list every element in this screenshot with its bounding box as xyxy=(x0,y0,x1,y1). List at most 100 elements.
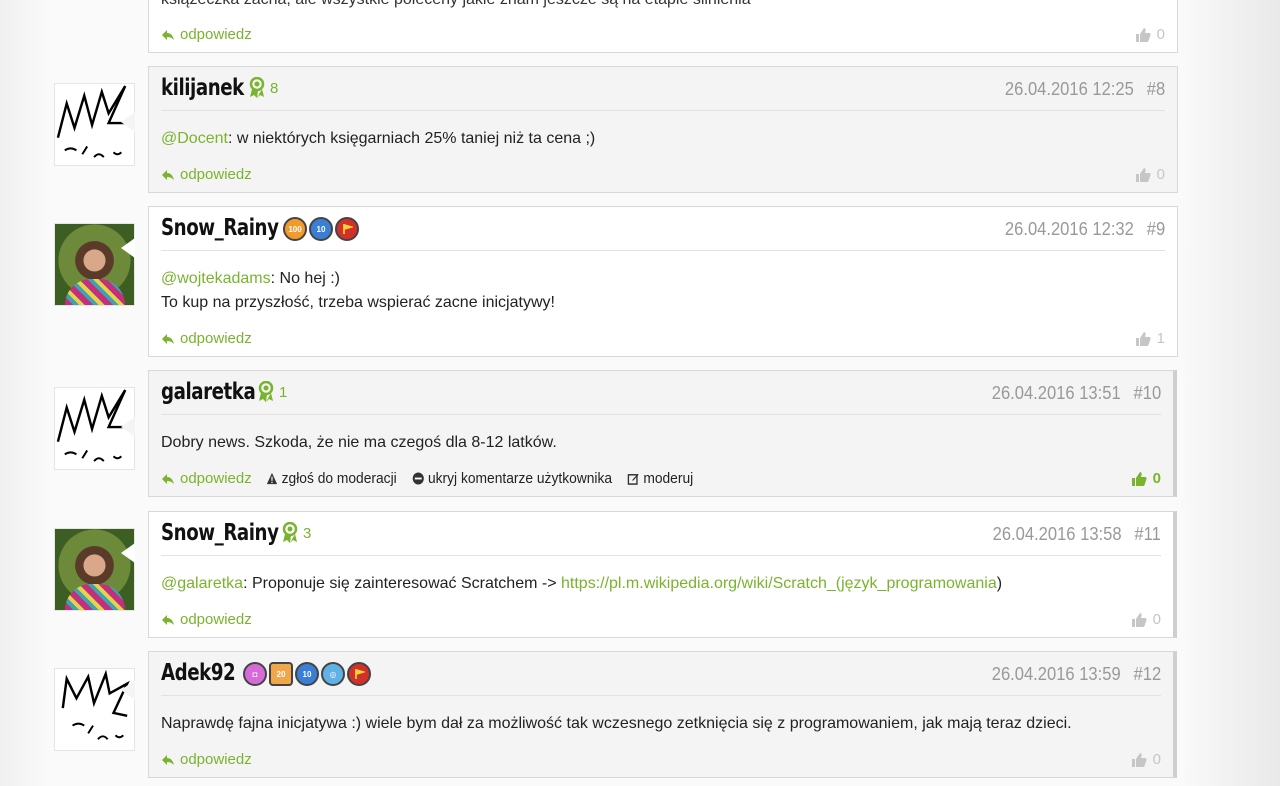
comment-body: @wojtekadams: No hej :) To kup na przysz… xyxy=(161,267,1165,315)
avatar-photo-scarf xyxy=(65,279,125,305)
like-count: 0 xyxy=(1152,470,1161,487)
like-button[interactable]: 1 xyxy=(1135,330,1165,347)
comment-meta: 26.04.2016 12:25 #8 xyxy=(1005,79,1165,100)
rank-count: 3 xyxy=(303,524,312,542)
page-left-gutter xyxy=(0,0,50,786)
reply-icon xyxy=(162,169,174,180)
achievement-10-icon: 10 xyxy=(295,662,319,686)
award-icon xyxy=(249,77,265,98)
reply-icon xyxy=(162,333,174,344)
comment: Snow_Rainy 100 10 26.04.2016 12:32 #9 @wo… xyxy=(148,206,1178,357)
reply-button[interactable]: odpowiedz xyxy=(161,470,252,487)
avatar-photo-scarf xyxy=(65,584,125,610)
like-button[interactable]: 0 xyxy=(1135,26,1165,43)
hide-label: ukryj komentarze użytkownika xyxy=(427,470,613,487)
like-button[interactable]: 0 xyxy=(1135,166,1165,183)
minus-circle-icon xyxy=(412,472,424,485)
comment-text: książeczka zacna, ale wszystkie poleceny… xyxy=(161,0,961,9)
comment-number[interactable]: #9 xyxy=(1147,219,1165,239)
reply-icon xyxy=(162,473,174,484)
reply-label: odpowiedz xyxy=(180,166,252,183)
username[interactable]: galaretka xyxy=(161,379,256,405)
like-count: 0 xyxy=(1152,611,1161,628)
rank-count: 1 xyxy=(279,383,288,401)
moderate-button[interactable]: moderuj xyxy=(627,470,694,487)
reply-button[interactable]: odpowiedz xyxy=(161,166,252,183)
reply-button[interactable]: odpowiedz xyxy=(161,751,252,768)
reply-label: odpowiedz xyxy=(180,470,252,487)
comment-meta: 26.04.2016 12:32 #9 xyxy=(1005,219,1165,240)
comment-number[interactable]: #11 xyxy=(1135,524,1161,544)
report-button[interactable]: zgłoś do moderacji xyxy=(266,470,397,487)
comment-text-line2: To kup na przyszłość, trzeba wspierać za… xyxy=(161,294,555,311)
reply-button[interactable]: odpowiedz xyxy=(161,330,252,347)
avatar-pointer xyxy=(121,238,135,258)
comment-date: 26.04.2016 12:25 xyxy=(1004,79,1134,99)
comment-meta: 26.04.2016 13:58 #11 xyxy=(993,524,1161,545)
reply-icon xyxy=(162,754,174,765)
avatar-pointer xyxy=(121,680,135,700)
thumbs-up-icon xyxy=(1131,752,1147,767)
reply-icon xyxy=(162,614,174,625)
comment-body: @galaretka: Proponuje się zainteresować … xyxy=(161,572,1161,596)
thumbs-up-icon xyxy=(1135,167,1151,182)
comment: galaretka 1 26.04.2016 13:51 #10 Dobry ne… xyxy=(148,370,1177,497)
hide-user-comments-button[interactable]: ukryj komentarze użytkownika xyxy=(412,470,612,487)
comment-text: : Proponuje się zainteresować Scratchem … xyxy=(243,575,561,592)
rank-badge: 3 xyxy=(281,522,311,544)
like-button[interactable]: 0 xyxy=(1131,470,1161,487)
achievement-flag-icon xyxy=(335,217,359,241)
achievement-100-icon: 100 xyxy=(283,217,307,241)
warning-icon xyxy=(266,472,278,485)
reply-label: odpowiedz xyxy=(180,751,252,768)
comment-number[interactable]: #12 xyxy=(1133,664,1161,684)
reply-button[interactable]: odpowiedz xyxy=(161,26,252,43)
moderate-label: moderuj xyxy=(643,470,694,487)
like-count: 0 xyxy=(1156,26,1165,43)
thumbs-up-icon xyxy=(1135,331,1151,346)
comment-body: @Docent: w niektórych księgarniach 25% t… xyxy=(161,127,1165,151)
mention-link[interactable]: @wojtekadams xyxy=(161,270,271,287)
like-count: 0 xyxy=(1152,751,1161,768)
username[interactable]: kilijanek xyxy=(161,75,244,101)
page-right-gutter xyxy=(1180,0,1280,786)
mention-link[interactable]: @galaretka xyxy=(161,575,243,592)
comment-date: 26.04.2016 12:32 xyxy=(1004,219,1134,239)
comment-body: Naprawdę fajna inicjatywa :) wiele bym d… xyxy=(161,712,1161,736)
comment-number[interactable]: #10 xyxy=(1133,383,1161,403)
like-button[interactable]: 0 xyxy=(1131,751,1161,768)
comment-text: Naprawdę fajna inicjatywa :) wiele bym d… xyxy=(161,715,1072,732)
avatar[interactable] xyxy=(54,528,135,611)
thumbs-up-icon xyxy=(1131,471,1147,486)
like-count: 0 xyxy=(1156,166,1165,183)
like-count: 1 xyxy=(1156,330,1165,347)
username[interactable]: Snow_Rainy xyxy=(161,215,279,241)
reply-label: odpowiedz xyxy=(180,611,252,628)
rank-badge: 8 xyxy=(248,77,278,99)
comment-date: 26.04.2016 13:51 xyxy=(991,383,1121,403)
wikipedia-link[interactable]: https://pl.m.wikipedia.org/wiki/Scratch_… xyxy=(561,575,997,592)
edit-icon xyxy=(627,473,639,485)
comment-date: 26.04.2016 13:58 xyxy=(992,524,1122,544)
comment: kilijanek 8 26.04.2016 12:25 #8 @Docent: … xyxy=(148,66,1178,193)
comment-number[interactable]: #8 xyxy=(1147,79,1165,99)
reply-label: odpowiedz xyxy=(180,26,252,43)
reply-icon xyxy=(162,29,174,40)
comment-meta: 26.04.2016 13:59 #12 xyxy=(992,664,1161,685)
mention-link[interactable]: @Docent xyxy=(161,130,228,147)
achievement-10-icon: 10 xyxy=(309,217,333,241)
thumbs-up-icon xyxy=(1131,612,1147,627)
comment-body: Dobry news. Szkoda, że nie ma czegoś dla… xyxy=(161,431,1161,455)
username[interactable]: Snow_Rainy xyxy=(161,520,279,546)
report-label: zgłoś do moderacji xyxy=(281,470,397,487)
award-icon xyxy=(282,522,298,543)
achievement-20-icon: 20 xyxy=(269,662,293,686)
username[interactable]: Adek92 xyxy=(161,660,236,686)
award-icon xyxy=(258,381,274,402)
achievement-flag-icon xyxy=(347,662,371,686)
achievement-camera-icon: ◘ xyxy=(243,662,267,686)
like-button[interactable]: 0 xyxy=(1131,611,1161,628)
avatar[interactable] xyxy=(54,223,135,306)
reply-button[interactable]: odpowiedz xyxy=(161,611,252,628)
comment: Adek92 ◘ 20 10 ◎ 26.04.2016 13:59 #12 Nap… xyxy=(148,651,1177,778)
